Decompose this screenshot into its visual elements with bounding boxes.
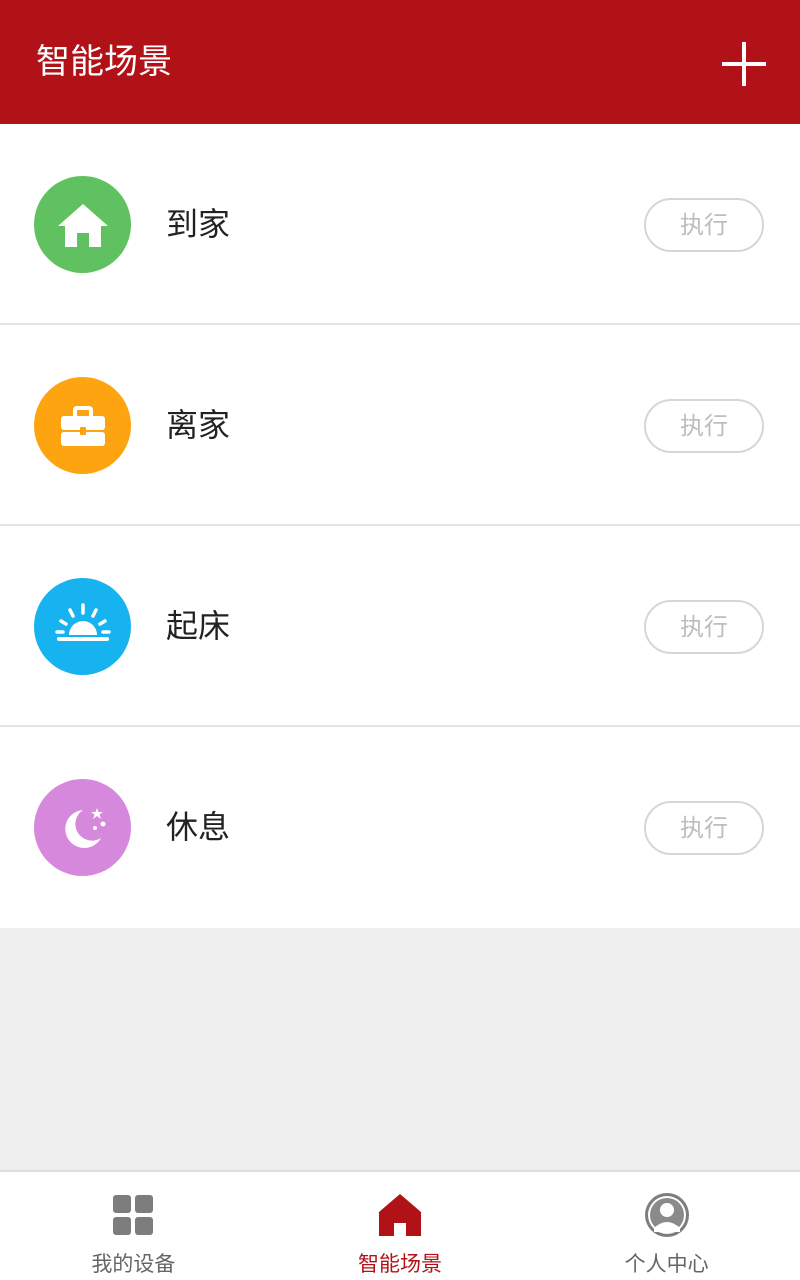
- home-icon: [34, 176, 131, 273]
- execute-button[interactable]: 执行: [644, 801, 764, 855]
- plus-icon[interactable]: [716, 36, 772, 92]
- scene-row-leave-home[interactable]: 离家 执行: [0, 325, 800, 526]
- bottom-tab-bar: 我的设备 智能场景 个人中心: [0, 1170, 800, 1280]
- briefcase-icon-graphic: [60, 405, 105, 446]
- tab-label: 个人中心: [624, 1252, 709, 1276]
- sunrise-icon-graphic: [54, 602, 111, 641]
- tab-label: 智能场景: [358, 1252, 442, 1276]
- home-icon: [379, 1194, 421, 1236]
- execute-button[interactable]: 执行: [644, 399, 764, 453]
- scene-label: 离家: [166, 406, 231, 444]
- moon-icon: [34, 779, 131, 876]
- app-header: 智能场景: [0, 0, 800, 124]
- home-icon-graphic: [57, 203, 108, 247]
- grid-icon: [113, 1195, 154, 1235]
- scene-row-rest[interactable]: 休息 执行: [0, 727, 800, 928]
- moon-icon-graphic: [64, 807, 105, 848]
- tab-smart-scenes[interactable]: 智能场景: [267, 1172, 534, 1280]
- tab-label: 我的设备: [91, 1252, 176, 1276]
- scene-label: 到家: [166, 205, 231, 243]
- tab-personal-center[interactable]: 个人中心: [533, 1172, 800, 1280]
- briefcase-icon: [34, 377, 131, 474]
- scene-row-arrive-home[interactable]: 到家 执行: [0, 124, 800, 325]
- scene-label: 休息: [166, 808, 231, 846]
- scene-row-wake-up[interactable]: 起床 执行: [0, 526, 800, 727]
- sunrise-icon: [34, 578, 131, 675]
- scene-list: 到家 执行 离家 执行 起床 执行 休息 执行: [0, 124, 800, 928]
- scene-label: 起床: [166, 607, 231, 645]
- execute-button[interactable]: 执行: [644, 198, 764, 252]
- user-icon: [644, 1193, 689, 1237]
- execute-button[interactable]: 执行: [644, 600, 764, 654]
- tab-my-devices[interactable]: 我的设备: [0, 1172, 267, 1280]
- page-title: 智能场景: [36, 42, 172, 82]
